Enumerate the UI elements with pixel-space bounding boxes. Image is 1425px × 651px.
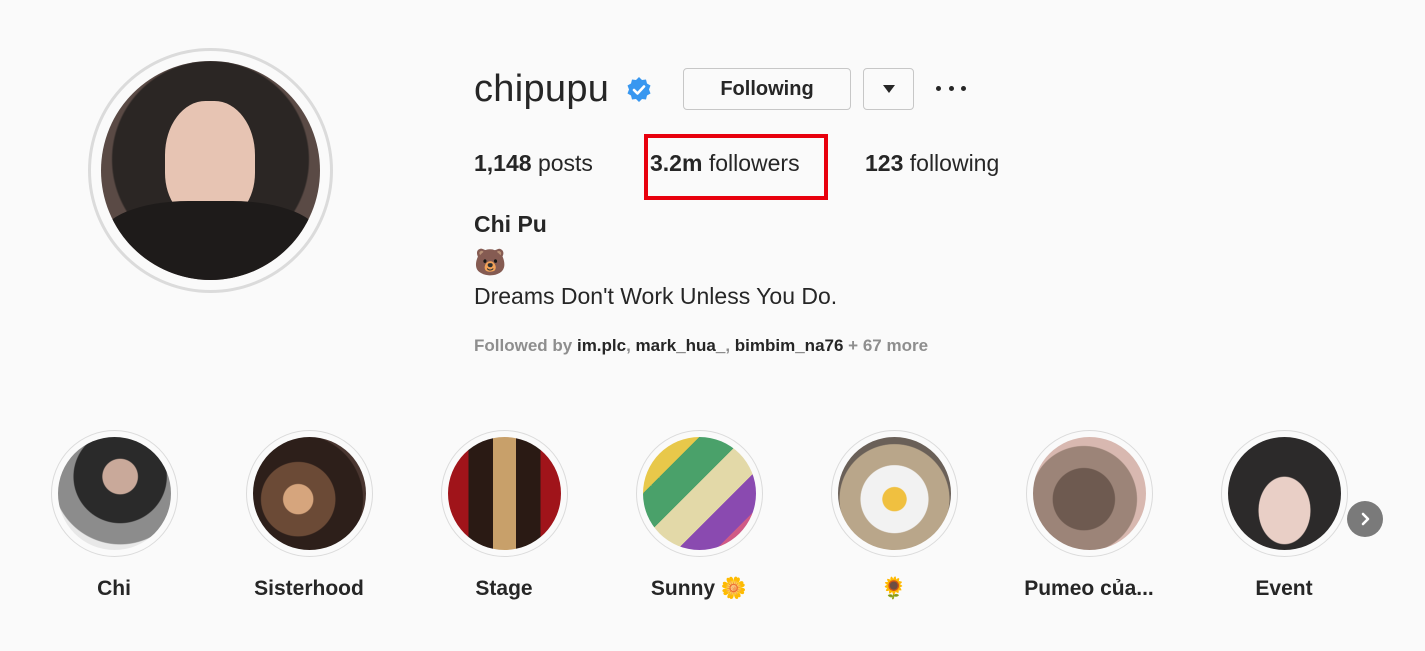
highlight-item[interactable]: Event (1209, 430, 1359, 601)
followed-by-prefix: Followed by (474, 336, 573, 355)
highlight-item[interactable]: Chi (39, 430, 189, 601)
bio-text: Dreams Don't Work Unless You Do. (474, 283, 838, 309)
highlight-label: Sisterhood (254, 577, 364, 600)
verified-badge-icon (627, 77, 651, 102)
highlight-label: Sunny 🌼 (650, 577, 748, 600)
followed-by[interactable]: Followed by im.plc, mark_hua_, bimbim_na… (474, 336, 928, 356)
following-count: 123 (865, 150, 904, 176)
highlight-label: Pumeo của... (1024, 577, 1154, 600)
more-options-icon[interactable] (936, 78, 966, 98)
highlight-image (252, 437, 366, 550)
highlight-cover (1025, 430, 1153, 557)
highlight-label: 🌻 (880, 577, 908, 600)
highlight-cover (830, 430, 958, 557)
highlight-item[interactable]: Stage (429, 430, 579, 601)
highlight-cover (440, 430, 568, 557)
highlight-cover (635, 430, 763, 557)
highlight-cover (50, 430, 178, 557)
highlight-label: Event (1255, 577, 1313, 600)
posts-label: posts (537, 150, 593, 176)
highlight-image (57, 437, 171, 550)
highlight-label: Chi (97, 577, 131, 600)
highlight-image (642, 437, 756, 550)
highlight-cover (1220, 430, 1348, 557)
profile-photo (101, 61, 320, 280)
following-button[interactable]: Following (683, 68, 851, 110)
highlight-image (837, 437, 951, 550)
profile-avatar[interactable] (88, 48, 333, 293)
mutual-account[interactable]: mark_hua_ (636, 336, 726, 355)
username: chipupu (474, 68, 610, 110)
annotation-highlight-box (644, 134, 828, 200)
posts-count: 1,148 (474, 150, 532, 176)
following-label: following (909, 150, 1000, 176)
followed-by-more[interactable]: + 67 more (848, 336, 928, 355)
highlight-item[interactable]: Sunny 🌼 (624, 430, 774, 601)
highlight-item[interactable]: Pumeo của... (1014, 430, 1164, 601)
mutual-account[interactable]: im.plc (577, 336, 626, 355)
posts-stat: 1,148 posts (474, 150, 593, 177)
highlight-image (447, 437, 561, 550)
bear-emoji: 🐻 (474, 247, 507, 277)
highlight-item[interactable]: Sisterhood (234, 430, 384, 601)
highlight-item[interactable]: 🌻 (819, 430, 969, 601)
chevron-right-icon (1361, 512, 1370, 526)
highlight-label: Stage (475, 577, 533, 600)
full-name: Chi Pu (474, 211, 547, 237)
highlight-image (1227, 437, 1341, 550)
suggested-dropdown-button[interactable] (863, 68, 914, 110)
profile-page: chipupu Following 1,148 posts 3.2m follo… (0, 0, 1425, 651)
next-highlights-button[interactable] (1347, 501, 1383, 537)
mutual-account[interactable]: bimbim_na76 (735, 336, 844, 355)
highlight-cover (245, 430, 373, 557)
following-stat[interactable]: 123 following (865, 150, 999, 177)
highlight-image (1032, 437, 1146, 550)
caret-down-icon (882, 85, 895, 93)
